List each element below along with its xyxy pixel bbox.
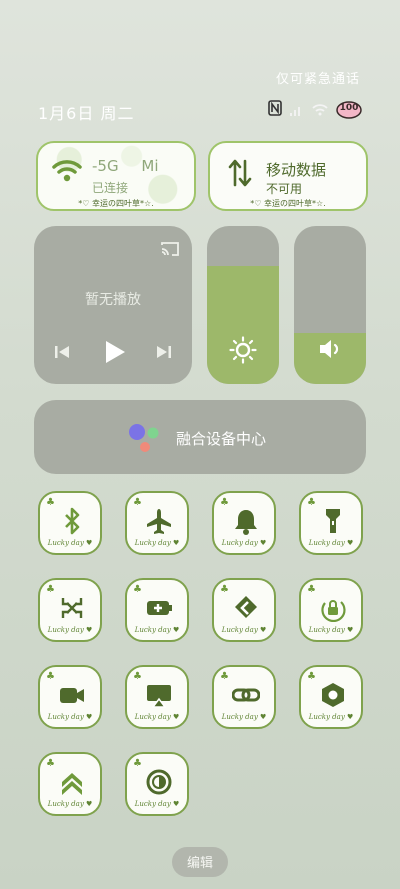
rotation-lock-icon xyxy=(321,600,346,622)
data-saver-icon xyxy=(235,596,257,618)
battery-level-text: 100 xyxy=(339,103,359,113)
bell-icon xyxy=(235,510,257,535)
contrast-icon xyxy=(146,769,172,795)
volume-icon xyxy=(320,340,339,358)
play-icon[interactable] xyxy=(104,340,126,364)
clover-icon: ♣ xyxy=(307,584,316,595)
tile-caption: Lucky day ♥ xyxy=(47,539,93,547)
clover-icon: ♣ xyxy=(46,671,55,682)
cast-icon[interactable] xyxy=(160,240,180,258)
brightness-slider-fill xyxy=(207,265,279,384)
video-icon xyxy=(60,688,84,703)
clover-icon: ♣ xyxy=(133,584,142,595)
status-bar-icons: 100 xyxy=(268,100,362,120)
bluetooth-icon xyxy=(65,507,80,535)
clover-icon: ♣ xyxy=(307,671,316,682)
settings-nut-icon xyxy=(322,683,344,707)
edit-button-label: 编辑 xyxy=(186,856,213,871)
clover-icon: ♣ xyxy=(133,758,142,769)
brightness-slider[interactable] xyxy=(207,226,279,384)
wifi-card-caption: *♡ 幸运の四叶草*☆. xyxy=(78,199,154,208)
link-icon xyxy=(232,688,260,702)
wifi-network-suffix: Mi xyxy=(141,157,159,175)
device-center-icon xyxy=(129,424,159,452)
tile-airplane[interactable]: ♣ Lucky day ♥ xyxy=(125,491,189,555)
flashlight-icon xyxy=(326,509,340,533)
tile-cast-screen[interactable]: ♣ Lucky day ♥ xyxy=(125,665,189,729)
tile-video[interactable]: ♣ Lucky day ♥ xyxy=(38,665,102,729)
tile-caption: Lucky day ♥ xyxy=(47,626,93,634)
wifi-status: 已连接 xyxy=(92,181,129,195)
edit-button[interactable]: 编辑 xyxy=(172,847,228,877)
mobile-data-caption: *♡ 幸运の四叶草*☆. xyxy=(250,199,326,208)
wifi-toggle-card[interactable]: -5G Mi 已连接 *♡ 幸运の四叶草*☆. xyxy=(36,141,196,211)
tile-screenshot[interactable]: ♣ Lucky day ♥ xyxy=(38,578,102,642)
device-center-button[interactable]: 融合设备中心 xyxy=(34,400,366,474)
battery-saver-icon xyxy=(147,601,172,615)
clover-icon: ♣ xyxy=(46,497,55,508)
tile-flashlight[interactable]: ♣ Lucky day ♥ xyxy=(299,491,363,555)
data-arrows-icon xyxy=(228,159,252,187)
clover-icon: ♣ xyxy=(220,497,229,508)
volume-slider[interactable] xyxy=(294,226,366,384)
tile-settings-nut[interactable]: ♣ Lucky day ♥ xyxy=(299,665,363,729)
tile-contrast[interactable]: ♣ Lucky day ♥ xyxy=(125,752,189,816)
nfc-icon xyxy=(268,100,282,120)
clover-icon: ♣ xyxy=(220,671,229,682)
tile-double-chevron-up[interactable]: ♣ Lucky day ♥ xyxy=(38,752,102,816)
clover-icon: ♣ xyxy=(220,584,229,595)
tile-caption: Lucky day ♥ xyxy=(134,539,180,547)
tile-rotation-lock[interactable]: ♣ Lucky day ♥ xyxy=(299,578,363,642)
screenshot-icon xyxy=(61,598,83,618)
mobile-data-status: 不可用 xyxy=(266,182,303,196)
tile-caption: Lucky day ♥ xyxy=(47,713,93,721)
tile-caption: Lucky day ♥ xyxy=(308,539,354,547)
tile-battery-saver[interactable]: ♣ Lucky day ♥ xyxy=(125,578,189,642)
tile-bluetooth[interactable]: ♣ Lucky day ♥ xyxy=(38,491,102,555)
tile-caption: Lucky day ♥ xyxy=(134,800,180,808)
previous-track-icon[interactable] xyxy=(54,344,70,360)
tile-caption: Lucky day ♥ xyxy=(134,713,180,721)
wifi-network-name: -5G xyxy=(92,157,119,175)
clover-icon: ♣ xyxy=(46,584,55,595)
mobile-data-title: 移动数据 xyxy=(266,161,327,179)
tile-caption: Lucky day ♥ xyxy=(134,626,180,634)
device-center-label: 融合设备中心 xyxy=(176,430,267,448)
wifi-icon xyxy=(52,160,82,182)
tile-caption: Lucky day ♥ xyxy=(221,539,267,547)
cast-screen-icon xyxy=(147,685,171,708)
battery-icon: 100 xyxy=(336,101,362,119)
clover-icon: ♣ xyxy=(307,497,316,508)
tile-caption: Lucky day ♥ xyxy=(47,800,93,808)
wifi-status-icon xyxy=(312,101,328,120)
brightness-icon xyxy=(229,336,257,364)
tile-caption: Lucky day ♥ xyxy=(308,626,354,634)
tile-link[interactable]: ♣ Lucky day ♥ xyxy=(212,665,276,729)
date-text: 1月6日 周二 xyxy=(38,104,135,123)
tile-caption: Lucky day ♥ xyxy=(221,626,267,634)
media-player-card[interactable]: 暂无播放 xyxy=(34,226,192,384)
no-playing-text: 暂无播放 xyxy=(85,292,141,308)
signal-icon xyxy=(290,101,304,120)
mobile-data-card[interactable]: 移动数据 不可用 *♡ 幸运の四叶草*☆. xyxy=(208,141,368,211)
tile-caption: Lucky day ♥ xyxy=(221,713,267,721)
tile-caption: Lucky day ♥ xyxy=(308,713,354,721)
emergency-calls-text: 仅可紧急通话 xyxy=(275,72,360,87)
clover-icon: ♣ xyxy=(133,497,142,508)
tile-bell[interactable]: ♣ Lucky day ♥ xyxy=(212,491,276,555)
next-track-icon[interactable] xyxy=(156,344,172,360)
tile-data-saver[interactable]: ♣ Lucky day ♥ xyxy=(212,578,276,642)
clover-icon: ♣ xyxy=(133,671,142,682)
double-chevron-up-icon xyxy=(62,773,82,795)
airplane-icon xyxy=(147,509,171,534)
clover-icon: ♣ xyxy=(46,758,55,769)
